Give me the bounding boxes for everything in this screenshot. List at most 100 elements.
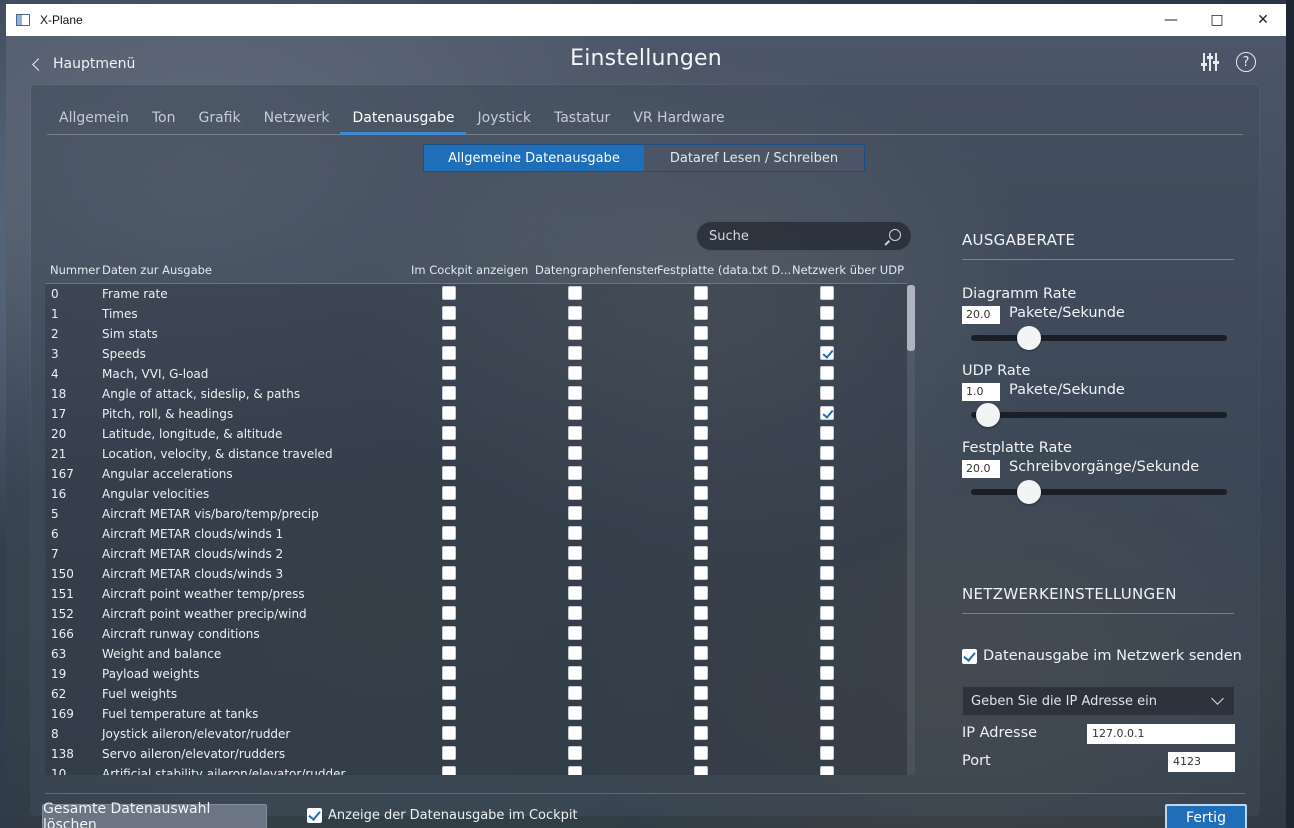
search-icon[interactable]: [889, 229, 901, 241]
disk-checkbox[interactable]: [694, 746, 708, 760]
graph-checkbox[interactable]: [568, 686, 582, 700]
disk-checkbox[interactable]: [694, 326, 708, 340]
sliders-icon[interactable]: [1200, 52, 1220, 72]
disk-checkbox[interactable]: [694, 346, 708, 360]
minimize-icon[interactable]: —: [1148, 4, 1194, 36]
close-icon[interactable]: ✕: [1240, 4, 1286, 36]
cockpit-checkbox[interactable]: [442, 526, 456, 540]
network-send-toggle[interactable]: Datenausgabe im Netzwerk senden: [962, 648, 1242, 664]
clear-selection-button[interactable]: Gesamte Datenauswahl löschen: [42, 801, 267, 828]
cockpit-checkbox[interactable]: [442, 366, 456, 380]
disk-checkbox[interactable]: [694, 306, 708, 320]
disk-checkbox[interactable]: [694, 526, 708, 540]
cockpit-checkbox[interactable]: [442, 546, 456, 560]
graph-checkbox[interactable]: [568, 406, 582, 420]
diagram-rate-slider[interactable]: [971, 326, 1227, 350]
graph-checkbox[interactable]: [568, 346, 582, 360]
udp-checkbox[interactable]: [820, 706, 834, 720]
disk-checkbox[interactable]: [694, 586, 708, 600]
disk-checkbox[interactable]: [694, 626, 708, 640]
udp-checkbox[interactable]: [820, 626, 834, 640]
graph-checkbox[interactable]: [568, 466, 582, 480]
udp-checkbox[interactable]: [820, 506, 834, 520]
udp-checkbox[interactable]: [820, 306, 834, 320]
segment-general-output[interactable]: Allgemeine Datenausgabe: [424, 145, 644, 171]
udp-checkbox[interactable]: [820, 466, 834, 480]
graph-checkbox[interactable]: [568, 566, 582, 580]
udp-checkbox[interactable]: [820, 546, 834, 560]
disk-checkbox[interactable]: [694, 706, 708, 720]
udp-checkbox[interactable]: [820, 386, 834, 400]
disk-checkbox[interactable]: [694, 686, 708, 700]
udp-checkbox[interactable]: [820, 766, 834, 775]
graph-checkbox[interactable]: [568, 326, 582, 340]
graph-checkbox[interactable]: [568, 446, 582, 460]
udp-rate-slider[interactable]: [971, 403, 1227, 427]
graph-checkbox[interactable]: [568, 306, 582, 320]
tab-ton[interactable]: Ton: [140, 110, 187, 134]
cockpit-checkbox[interactable]: [442, 606, 456, 620]
graph-checkbox[interactable]: [568, 486, 582, 500]
graph-checkbox[interactable]: [568, 366, 582, 380]
port-field[interactable]: 4123: [1168, 752, 1235, 772]
cockpit-checkbox[interactable]: [442, 326, 456, 340]
graph-checkbox[interactable]: [568, 506, 582, 520]
disk-checkbox[interactable]: [694, 666, 708, 680]
graph-checkbox[interactable]: [568, 546, 582, 560]
cockpit-checkbox[interactable]: [442, 766, 456, 775]
cockpit-checkbox[interactable]: [442, 746, 456, 760]
udp-checkbox[interactable]: [820, 486, 834, 500]
graph-checkbox[interactable]: [568, 646, 582, 660]
cockpit-checkbox[interactable]: [442, 386, 456, 400]
graph-checkbox[interactable]: [568, 386, 582, 400]
tab-allgemein[interactable]: Allgemein: [47, 110, 140, 134]
tab-tastatur[interactable]: Tastatur: [542, 110, 621, 134]
disk-checkbox[interactable]: [694, 446, 708, 460]
cockpit-checkbox[interactable]: [442, 666, 456, 680]
udp-checkbox[interactable]: [820, 326, 834, 340]
udp-rate-field[interactable]: 1.0: [962, 383, 1000, 401]
graph-checkbox[interactable]: [568, 746, 582, 760]
disk-checkbox[interactable]: [694, 726, 708, 740]
network-send-checkbox[interactable]: [962, 648, 977, 664]
disk-checkbox[interactable]: [694, 366, 708, 380]
graph-checkbox[interactable]: [568, 766, 582, 775]
cockpit-checkbox[interactable]: [442, 346, 456, 360]
diagram-rate-field[interactable]: 20.0: [962, 306, 1000, 324]
disk-checkbox[interactable]: [694, 386, 708, 400]
cockpit-checkbox[interactable]: [442, 286, 456, 300]
udp-checkbox[interactable]: [820, 586, 834, 600]
udp-checkbox[interactable]: [820, 666, 834, 680]
udp-checkbox[interactable]: [820, 526, 834, 540]
udp-checkbox[interactable]: [820, 406, 834, 420]
segment-dataref[interactable]: Dataref Lesen / Schreiben: [644, 145, 864, 171]
diagram-rate-knob[interactable]: [1017, 326, 1042, 350]
udp-checkbox[interactable]: [820, 646, 834, 660]
cockpit-checkbox[interactable]: [442, 486, 456, 500]
udp-checkbox[interactable]: [820, 726, 834, 740]
disk-checkbox[interactable]: [694, 466, 708, 480]
graph-checkbox[interactable]: [568, 526, 582, 540]
udp-checkbox[interactable]: [820, 426, 834, 440]
disk-rate-slider[interactable]: [971, 480, 1227, 504]
udp-rate-knob[interactable]: [975, 403, 1000, 427]
done-button[interactable]: Fertig: [1165, 804, 1247, 828]
udp-checkbox[interactable]: [820, 606, 834, 620]
disk-checkbox[interactable]: [694, 566, 708, 580]
cockpit-checkbox[interactable]: [442, 306, 456, 320]
graph-checkbox[interactable]: [568, 726, 582, 740]
cockpit-display-toggle[interactable]: Anzeige der Datenausgabe im Cockpit: [307, 808, 578, 823]
disk-checkbox[interactable]: [694, 606, 708, 620]
graph-checkbox[interactable]: [568, 666, 582, 680]
cockpit-checkbox[interactable]: [442, 706, 456, 720]
udp-checkbox[interactable]: [820, 286, 834, 300]
cockpit-checkbox[interactable]: [442, 626, 456, 640]
tab-datenausgabe[interactable]: Datenausgabe: [340, 110, 466, 135]
cockpit-checkbox[interactable]: [442, 686, 456, 700]
udp-checkbox[interactable]: [820, 346, 834, 360]
cockpit-checkbox[interactable]: [442, 406, 456, 420]
cockpit-checkbox[interactable]: [442, 446, 456, 460]
udp-checkbox[interactable]: [820, 566, 834, 580]
disk-checkbox[interactable]: [694, 766, 708, 775]
disk-checkbox[interactable]: [694, 406, 708, 420]
